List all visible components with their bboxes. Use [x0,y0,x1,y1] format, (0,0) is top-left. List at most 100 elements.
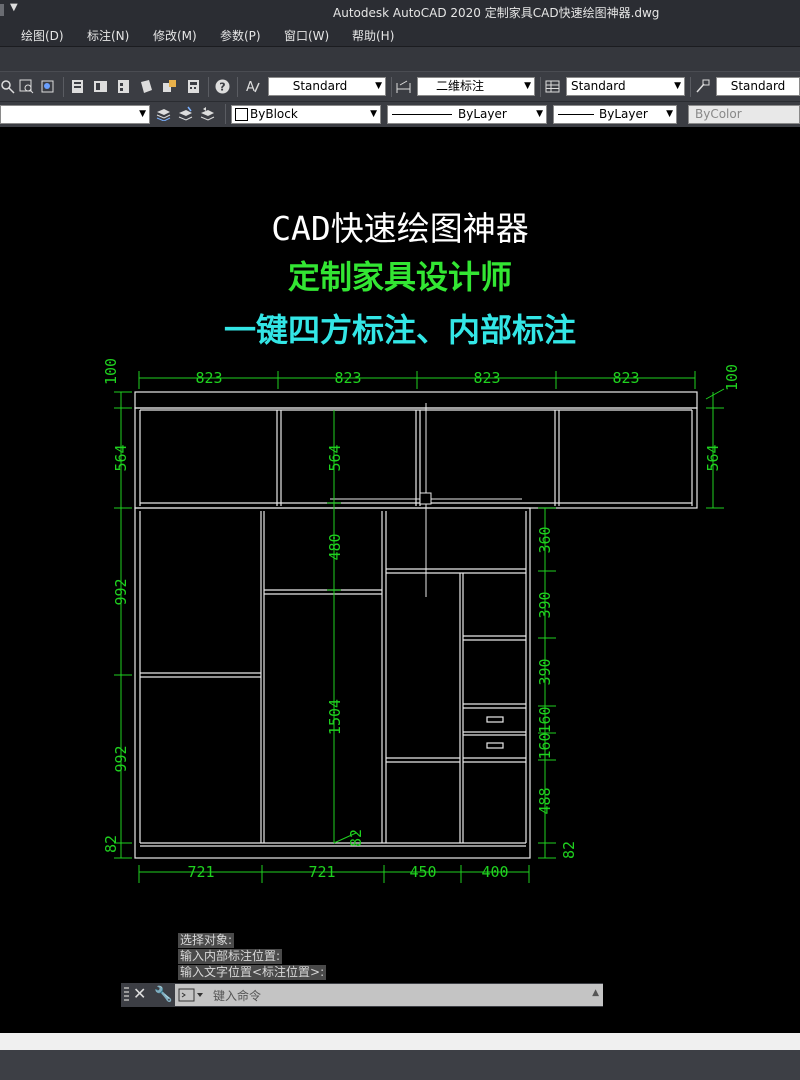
calculator-icon[interactable] [186,79,201,94]
dimension-texts: 823 823 823 823 100 100 564 992 992 82 5… [102,358,741,881]
design-center-icon[interactable] [93,79,108,94]
sheet-set-icon[interactable] [139,79,154,94]
lineweight-value: ByLayer [599,107,648,121]
linetype-dropdown[interactable]: ByLayer ▼ [387,105,547,124]
table-style-icon[interactable] [545,79,560,94]
dim-inner-2: 480 [326,533,344,560]
chevron-down-icon: ▼ [375,81,382,91]
dim-inner-1: 564 [326,444,344,471]
menu-window[interactable]: 窗口(W) [284,27,329,44]
menu-draw[interactable]: 绘图(D) [21,27,64,44]
chevron-down-icon: ▼ [370,109,377,119]
markup-icon[interactable] [162,79,177,94]
zoom-previous-icon[interactable] [40,79,55,94]
ribbon-gap [0,47,800,71]
dim-left-2: 992 [112,578,130,605]
dim-left-4: 82 [102,835,120,853]
styles-toolbar: ? A Standard ▼ 二维标注 ▼ Standard ▼ Standard [0,71,800,102]
svg-text:?: ? [219,81,225,94]
title-bar: ▼ Autodesk AutoCAD 2020 定制家具CAD快速绘图神器.dw… [0,0,800,22]
chevron-down-icon: ▼ [536,109,543,119]
lineweight-dropdown[interactable]: ByLayer ▼ [553,105,677,124]
toolbar-separator [690,77,691,97]
properties-toolbar: ▼ ByBlock ▼ ByLayer ▼ ByLayer ▼ ByColor [0,101,800,128]
toolbar-separator [237,77,238,97]
layer-previous-icon[interactable] [200,106,215,121]
menu-parametric[interactable]: 参数(P) [220,27,261,44]
chevron-up-icon[interactable]: ▲ [592,988,599,998]
multileader-style-value: Standard [730,79,786,93]
wrench-icon[interactable]: 🔧 [154,985,173,1003]
command-line-bar: ✕ 🔧 键入命令 ▲ [121,983,603,1007]
window-title: Autodesk AutoCAD 2020 定制家具CAD快速绘图神器.dwg [333,6,660,20]
command-line-grip[interactable] [124,987,129,1003]
quick-access-toolbar[interactable]: ▼ [0,2,20,18]
properties-icon[interactable] [70,79,85,94]
svg-text:A: A [246,80,255,94]
menu-help[interactable]: 帮助(H) [352,27,394,44]
cabinet-drawing: 823 823 823 823 100 100 564 992 992 82 5… [102,358,741,883]
drawing-canvas[interactable]: CAD快速绘图神器 定制家具设计师 一键四方标注、内部标注 823 823 82… [0,127,800,1033]
layer-properties-icon[interactable] [156,106,171,121]
chevron-down-icon: ▼ [674,81,681,91]
dim-right-1: 360 [536,526,554,553]
dim-inner-4: 82 [347,829,365,847]
command-prompt-icon[interactable] [178,987,204,1003]
command-history-line: 输入文字位置<标注位置>: [178,965,327,980]
multileader-style-icon[interactable] [695,79,710,94]
dim-right-4: 160 [536,706,554,733]
layer-dropdown[interactable]: ▼ [0,105,150,124]
dim-top-1: 823 [195,369,222,387]
text-style-icon[interactable]: A [245,79,260,94]
color-dropdown[interactable]: ByBlock ▼ [231,105,381,124]
chevron-down-icon: ▼ [524,81,531,91]
chevron-down-icon: ▼ [666,109,673,119]
dim-right-top: 564 [704,444,722,471]
text-style-dropdown[interactable]: Standard ▼ [268,77,386,96]
color-value: ByBlock [250,107,298,121]
layout-tabs-bar [0,1033,800,1050]
table-style-dropdown[interactable]: Standard ▼ [566,77,685,96]
dimension-style-value: 二维标注 [436,79,485,93]
zoom-icon[interactable] [0,79,15,94]
dim-left-1: 564 [112,444,130,471]
command-history-line: 选择对象: [178,933,235,948]
plotstyle-value: ByColor [695,107,742,121]
dim-top-3: 823 [473,369,500,387]
dim-right-2: 390 [536,591,554,618]
command-input[interactable]: 键入命令 ▲ [175,984,603,1006]
toolbar-separator [63,77,64,97]
dim-top-left-small: 100 [102,358,120,385]
dim-top-4: 823 [612,369,639,387]
dim-left-3: 992 [112,745,130,772]
dim-bottom-1: 721 [187,863,214,881]
color-swatch [235,108,248,121]
plotstyle-dropdown[interactable]: ByColor [688,105,800,124]
linetype-value: ByLayer [458,107,507,121]
help-icon[interactable]: ? [215,79,230,94]
dimension-lines [114,371,725,883]
cabinet-geometry [134,391,698,859]
dimension-style-dropdown[interactable]: 二维标注 ▼ [417,77,535,96]
dim-right-5: 160 [536,732,554,759]
quick-access-grip [0,4,4,16]
dimension-style-icon[interactable] [396,79,411,94]
linetype-preview [392,114,452,115]
menu-modify[interactable]: 修改(M) [153,27,197,44]
dim-right-3: 390 [536,658,554,685]
command-history: 选择对象: 输入内部标注位置: 输入文字位置<标注位置>: [178,933,327,981]
tool-palettes-icon[interactable] [116,79,131,94]
dim-top-2: 823 [334,369,361,387]
crosshair-cursor [330,403,522,597]
dim-bottom-4: 400 [481,863,508,881]
close-icon[interactable]: ✕ [133,984,146,1003]
dim-inner-3: 1504 [326,699,344,735]
multileader-style-dropdown[interactable]: Standard [716,77,800,96]
chevron-down-icon[interactable]: ▼ [10,2,18,13]
lineweight-preview [558,114,594,115]
menu-dimension[interactable]: 标注(N) [87,27,129,44]
zoom-window-icon[interactable] [19,79,34,94]
dim-bottom-2: 721 [308,863,335,881]
make-current-layer-icon[interactable] [178,106,193,121]
menu-bar: 绘图(D) 标注(N) 修改(M) 参数(P) 窗口(W) 帮助(H) [0,22,800,47]
